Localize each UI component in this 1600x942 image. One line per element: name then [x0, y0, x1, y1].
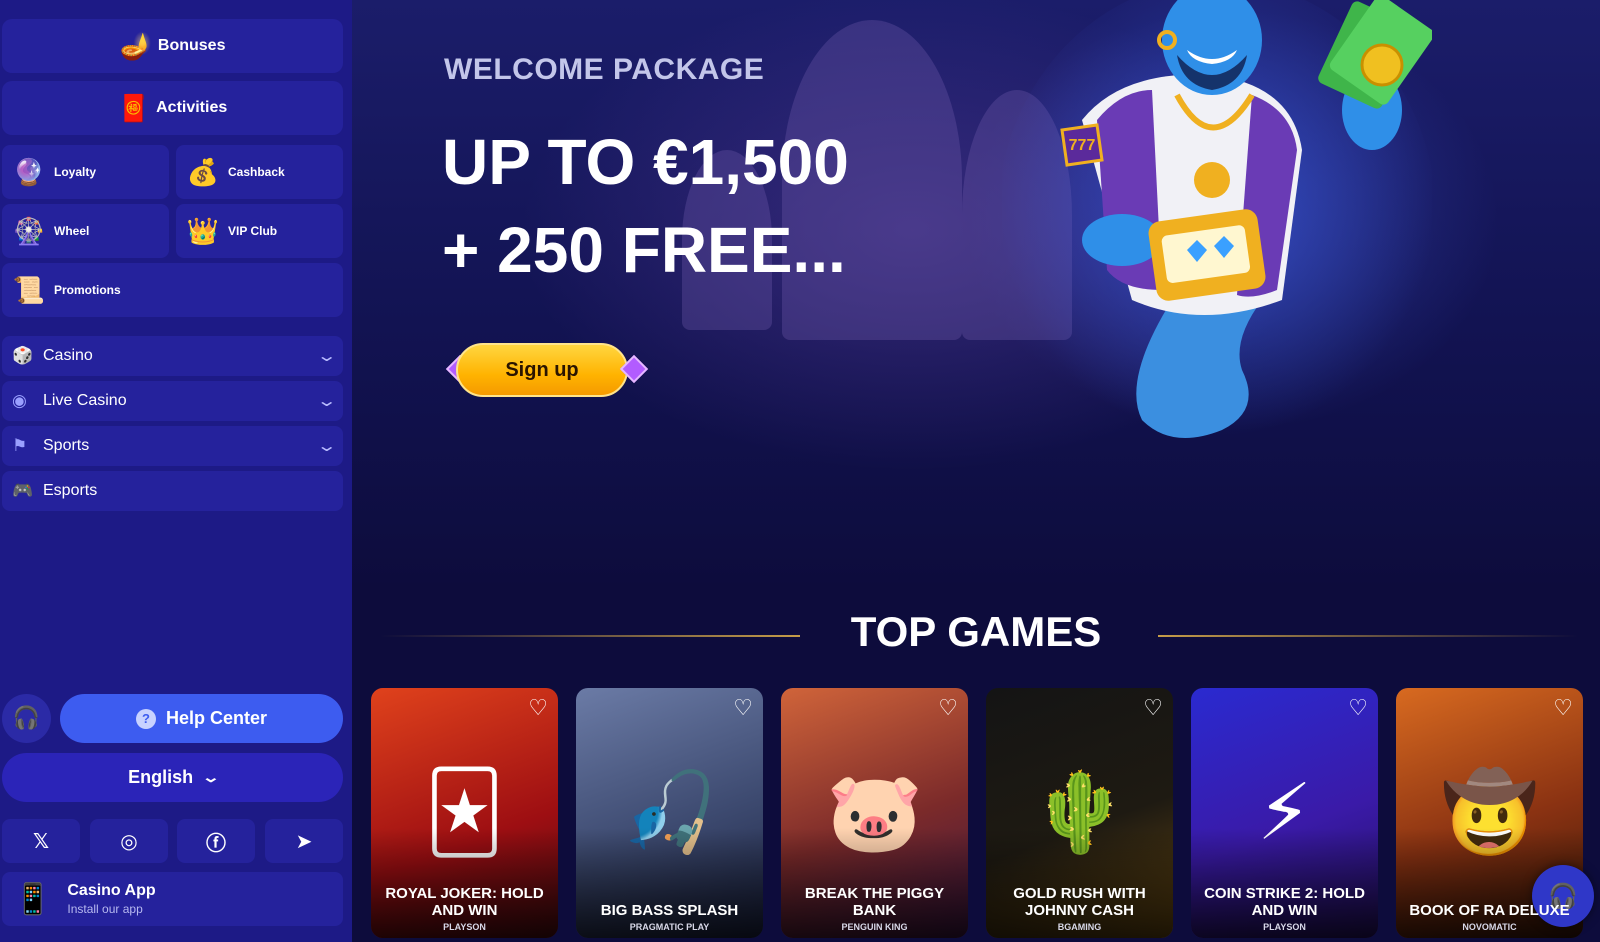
sidebar-item-live-casino[interactable]: ◉ Live Casino ⌄: [2, 381, 343, 421]
genie-illustration: 777: [1002, 0, 1432, 460]
flying-carpet-icon: 🧧: [117, 92, 151, 123]
sidebar-item-label: Sports: [43, 437, 90, 454]
game-provider: NOVOMATIC: [1462, 922, 1517, 932]
language-selector[interactable]: English ⌄: [2, 753, 343, 802]
game-provider: BGAMING: [1057, 922, 1102, 932]
game-card-big-bass-splash[interactable]: 🎣 ♡ BIG BASS SPLASH PRAGMATIC PLAY: [576, 688, 763, 938]
help-center-label: Help Center: [165, 708, 268, 728]
game-card-gold-rush[interactable]: 🌵 ♡ GOLD RUSH WITH JOHNNY CASH BGAMING: [986, 688, 1173, 938]
game-provider: PLAYSON: [443, 922, 486, 932]
instagram-icon: ◎: [120, 829, 138, 853]
sidebar-tile-cashback[interactable]: 💰 Cashback: [176, 145, 343, 199]
sidebar-tile-loyalty[interactable]: 🔮 Loyalty: [2, 145, 169, 199]
sidebar-tile-wheel[interactable]: 🎡 Wheel: [2, 204, 169, 258]
fortune-wheel-icon: 🎡: [12, 215, 46, 246]
activities-label: Activities: [156, 99, 228, 116]
phone-icon: 📱: [14, 881, 52, 917]
question-icon: ?: [135, 708, 156, 729]
instagram-link[interactable]: ◎: [90, 819, 168, 863]
chevron-down-icon: ⌄: [315, 438, 338, 455]
magic-lamp-icon: 🪔: [119, 30, 152, 61]
game-provider: PENGUIN KING: [841, 922, 908, 932]
game-provider: PRAGMATIC PLAY: [629, 922, 710, 932]
sidebar-tile-promotions[interactable]: 📜 Promotions: [2, 263, 343, 317]
heart-icon[interactable]: ♡: [1143, 696, 1163, 721]
game-title: BREAK THE PIGGY BANK: [804, 885, 945, 919]
game-title: BOOK OF RA DELUXE: [1409, 902, 1570, 919]
dice-icon: 🎲: [12, 346, 34, 365]
hero-kicker: WELCOME PACKAGE: [444, 53, 765, 86]
x-icon: 𝕏: [32, 829, 50, 853]
sidebar-item-label: Casino: [43, 347, 93, 364]
game-card-coin-strike-2[interactable]: ⚡ ♡ COIN STRIKE 2: HOLD AND WIN PLAYSON: [1191, 688, 1378, 938]
telegram-link[interactable]: ➤: [265, 819, 343, 863]
chevron-down-icon: ⌄: [315, 348, 338, 365]
hero-banner: WELCOME PACKAGE UP TO €1,500 + 250 FREE.…: [352, 0, 1600, 590]
heart-icon[interactable]: ♡: [733, 696, 753, 721]
telegram-icon: ➤: [295, 829, 313, 853]
sidebar-tile-label: Promotions: [54, 283, 121, 297]
sidebar-item-esports[interactable]: 🎮 Esports: [2, 471, 343, 511]
game-title: BIG BASS SPLASH: [600, 902, 739, 919]
svg-text:777: 777: [1069, 137, 1096, 154]
sidebar-item-label: Live Casino: [43, 392, 127, 409]
sidebar-item-label: Esports: [43, 482, 98, 499]
gamepad-icon: 🎮: [12, 481, 34, 500]
money-bag-icon: 💰: [186, 156, 220, 187]
casino-app-subtitle: Install our app: [67, 902, 143, 916]
support-chat-button[interactable]: 🎧: [2, 694, 51, 743]
sidebar-tile-label: Wheel: [54, 224, 90, 238]
game-card-royal-joker[interactable]: 🃏 ♡ ROYAL JOKER: HOLD AND WIN PLAYSON: [371, 688, 558, 938]
casino-app-banner[interactable]: 📱 Casino App Install our app: [2, 872, 343, 926]
crystal-gem-icon: 🔮: [12, 156, 46, 187]
sidebar-item-casino[interactable]: 🎲 Casino ⌄: [2, 336, 343, 376]
help-center-button[interactable]: ? Help Center: [60, 694, 343, 743]
casino-app-title: Casino App: [67, 882, 156, 899]
sidebar-tile-label: Loyalty: [54, 165, 97, 179]
divider-right: [1158, 635, 1578, 637]
facebook-link[interactable]: ⓕ: [177, 819, 255, 863]
sign-up-button[interactable]: Sign up: [456, 343, 628, 397]
x-link[interactable]: 𝕏: [2, 819, 80, 863]
activities-button[interactable]: 🧧 Activities: [2, 81, 343, 135]
top-games-title: TOP GAMES: [850, 608, 1102, 655]
headset-icon: 🎧: [12, 706, 41, 731]
sidebar: 🪔 Bonuses 🧧 Activities 🔮 Loyalty 💰 Cashb…: [0, 0, 352, 942]
bonuses-label: Bonuses: [157, 37, 226, 54]
heart-icon[interactable]: ♡: [1348, 696, 1368, 721]
bonuses-button[interactable]: 🪔 Bonuses: [2, 19, 343, 73]
sidebar-tile-vip-club[interactable]: 👑 VIP Club: [176, 204, 343, 258]
game-card-break-the-piggy-bank[interactable]: 🐷 ♡ BREAK THE PIGGY BANK PENGUIN KING: [781, 688, 968, 938]
hero-title: UP TO €1,500 + 250 FREE...: [442, 126, 849, 286]
game-title: COIN STRIKE 2: HOLD AND WIN: [1204, 885, 1365, 919]
language-label: English: [128, 767, 194, 787]
game-title: GOLD RUSH WITH JOHNNY CASH: [1013, 885, 1146, 919]
game-title: ROYAL JOKER: HOLD AND WIN: [385, 885, 544, 919]
heart-icon[interactable]: ♡: [1553, 696, 1573, 721]
scroll-quill-icon: 📜: [12, 274, 46, 305]
chevron-down-icon: ⌄: [315, 393, 338, 410]
vip-crown-icon: 👑: [186, 215, 220, 246]
heart-icon[interactable]: ♡: [528, 696, 548, 721]
sidebar-tile-label: VIP Club: [228, 224, 278, 238]
broadcast-icon: ◉: [12, 391, 27, 410]
heart-icon[interactable]: ♡: [938, 696, 958, 721]
game-provider: PLAYSON: [1263, 922, 1306, 932]
sidebar-item-sports[interactable]: ⚑ Sports ⌄: [2, 426, 343, 466]
flag-icon: ⚑: [12, 436, 28, 455]
sidebar-tile-label: Cashback: [228, 165, 285, 179]
facebook-icon: ⓕ: [206, 830, 226, 855]
chevron-down-icon: ⌄: [201, 769, 221, 785]
